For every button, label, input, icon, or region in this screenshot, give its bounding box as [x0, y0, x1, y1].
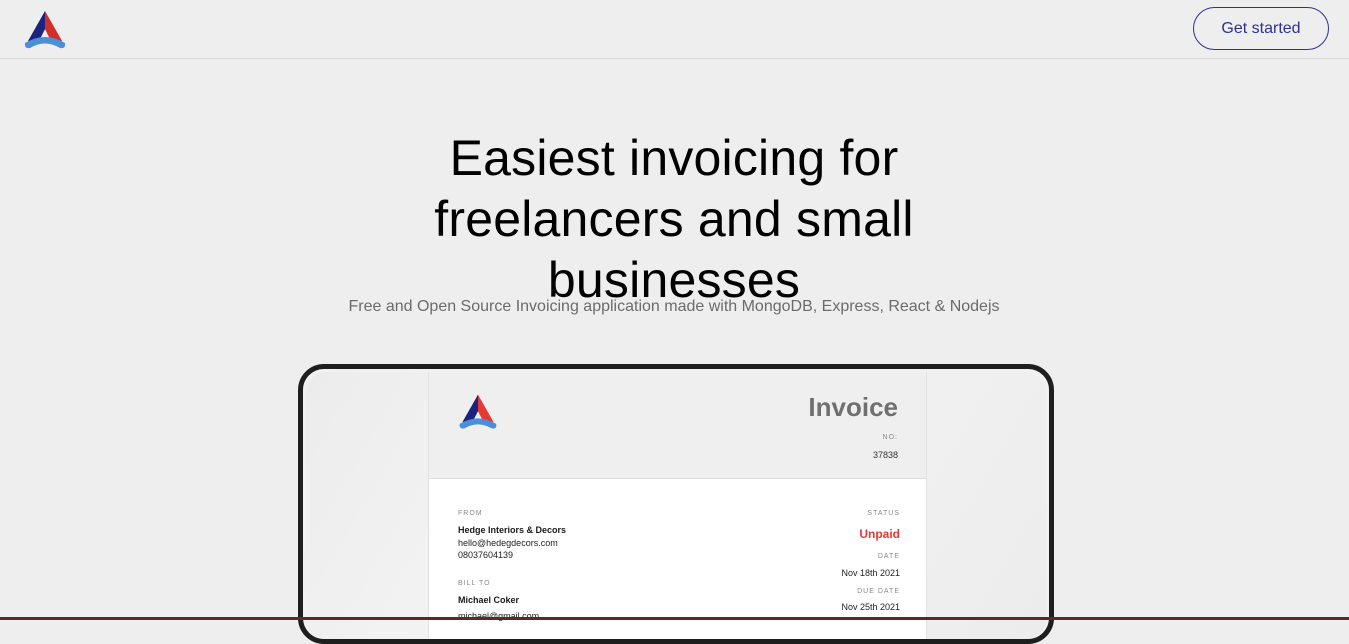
due-date-label: DUE DATE	[857, 588, 900, 595]
date-label: DATE	[877, 553, 900, 560]
date-value: Nov 18th 2021	[841, 568, 900, 578]
invoice-number: 37838	[872, 450, 898, 460]
bill-to-name: Michael Coker	[458, 595, 520, 605]
invoice-title: Invoice	[808, 392, 898, 422]
invoice-number-label: NO:	[882, 434, 898, 441]
invoice-preview: Invoice NO: 37838 FROM Hedge Interiors &…	[428, 372, 927, 639]
from-email: hello@hedegdecors.com	[458, 538, 558, 548]
status-badge: Unpaid	[859, 527, 900, 541]
bill-to-label: BILL TO	[458, 580, 491, 587]
hero-title: Easiest invoicing for freelancers and sm…	[434, 130, 914, 308]
hero-subtitle: Free and Open Source Invoicing applicati…	[348, 298, 1000, 315]
device-screen: Invoice NO: 37838 FROM Hedge Interiors &…	[306, 372, 1046, 639]
due-date-value: Nov 25th 2021	[841, 602, 900, 612]
invoice-logo-icon	[459, 394, 497, 429]
status-label: STATUS	[867, 510, 900, 517]
get-started-button[interactable]: Get started	[1193, 7, 1329, 50]
from-label: FROM	[458, 510, 483, 517]
from-name: Hedge Interiors & Decors	[458, 525, 567, 535]
device-mockup: Invoice NO: 37838 FROM Hedge Interiors &…	[298, 364, 1054, 644]
top-header: Get started	[0, 0, 1349, 59]
from-phone: 08037604139	[458, 550, 514, 560]
invoice-header: Invoice NO: 37838	[429, 372, 926, 479]
app-logo-icon[interactable]	[22, 9, 68, 51]
